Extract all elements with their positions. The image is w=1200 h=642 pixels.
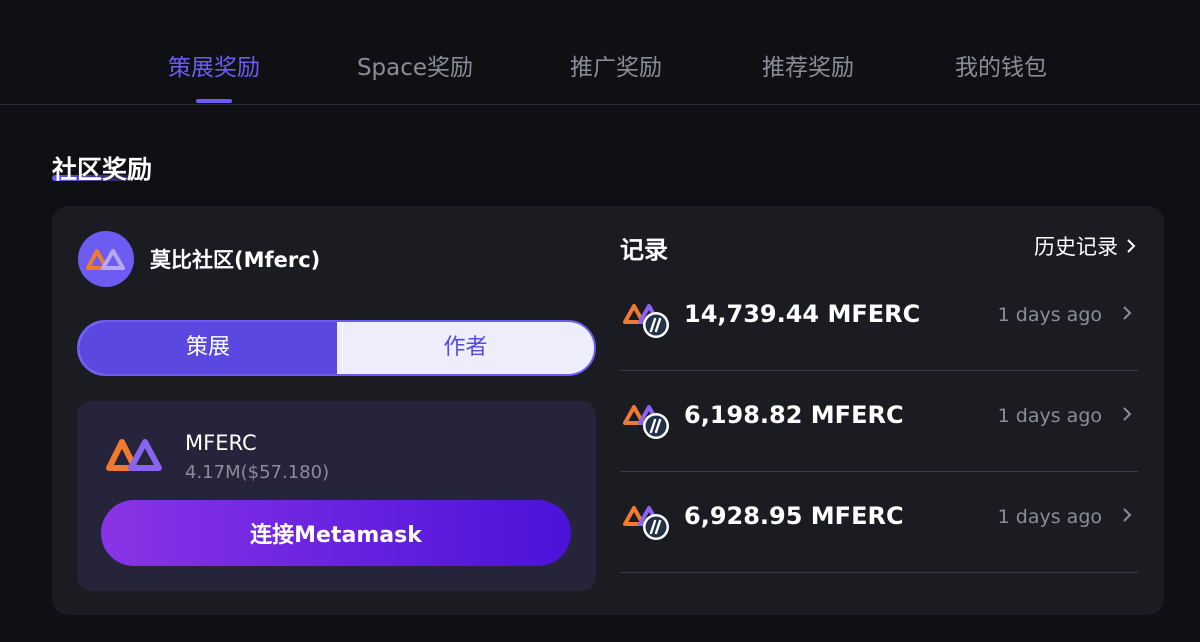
record-row[interactable]: 6,198.82 MFERC 1 days ago [620,371,1138,472]
toggle-author[interactable]: 作者 [337,322,594,374]
token-name: MFERC [185,431,257,455]
arbitrum-icon [623,304,669,338]
record-amount: 6,928.95 MFERC [684,502,904,530]
record-time: 1 days ago [997,304,1102,326]
record-time: 1 days ago [997,506,1102,528]
community-avatar [78,231,134,287]
tab-curation-rewards[interactable]: 策展奖励 [168,48,260,82]
active-tab-indicator [196,99,232,103]
arbitrum-icon [623,405,669,439]
chevron-right-icon [1123,306,1132,320]
toggle-curation[interactable]: 策展 [79,322,337,374]
mferc-logo-icon [106,439,162,471]
top-nav: 策展奖励 Space奖励 推广奖励 推荐奖励 我的钱包 [0,0,1200,105]
record-amount: 14,739.44 MFERC [684,300,921,328]
chevron-right-icon [1127,239,1136,253]
tab-referral-rewards[interactable]: 推荐奖励 [762,48,854,82]
token-amount: 4.17M($57.180) [185,462,330,483]
tab-my-wallet[interactable]: 我的钱包 [955,48,1047,82]
chevron-right-icon [1123,407,1132,421]
record-amount: 6,198.82 MFERC [684,401,904,429]
record-row[interactable]: 6,928.95 MFERC 1 days ago [620,472,1138,573]
section-title: 社区奖励 [52,155,153,184]
chevron-right-icon [1123,508,1132,522]
records-title: 记录 [620,236,668,264]
token-wallet-panel: MFERC 4.17M($57.180) 连接Metamask [77,401,596,591]
history-link[interactable]: 历史记录 [1034,231,1136,261]
record-row[interactable]: 14,739.44 MFERC 1 days ago [620,270,1138,371]
role-toggle: 策展 作者 [77,320,596,376]
community-rewards-card: 莫比社区(Mferc) 策展 作者 MFERC 4.17M($57.180) 连… [52,206,1164,615]
arbitrum-icon [623,506,669,540]
tab-space-rewards[interactable]: Space奖励 [357,48,473,82]
mferc-logo-icon [86,249,125,270]
history-label: 历史记录 [1034,235,1118,259]
connect-metamask-button[interactable]: 连接Metamask [101,500,571,566]
tab-promotion-rewards[interactable]: 推广奖励 [570,48,662,82]
record-time: 1 days ago [997,405,1102,427]
community-name: 莫比社区(Mferc) [150,248,321,272]
